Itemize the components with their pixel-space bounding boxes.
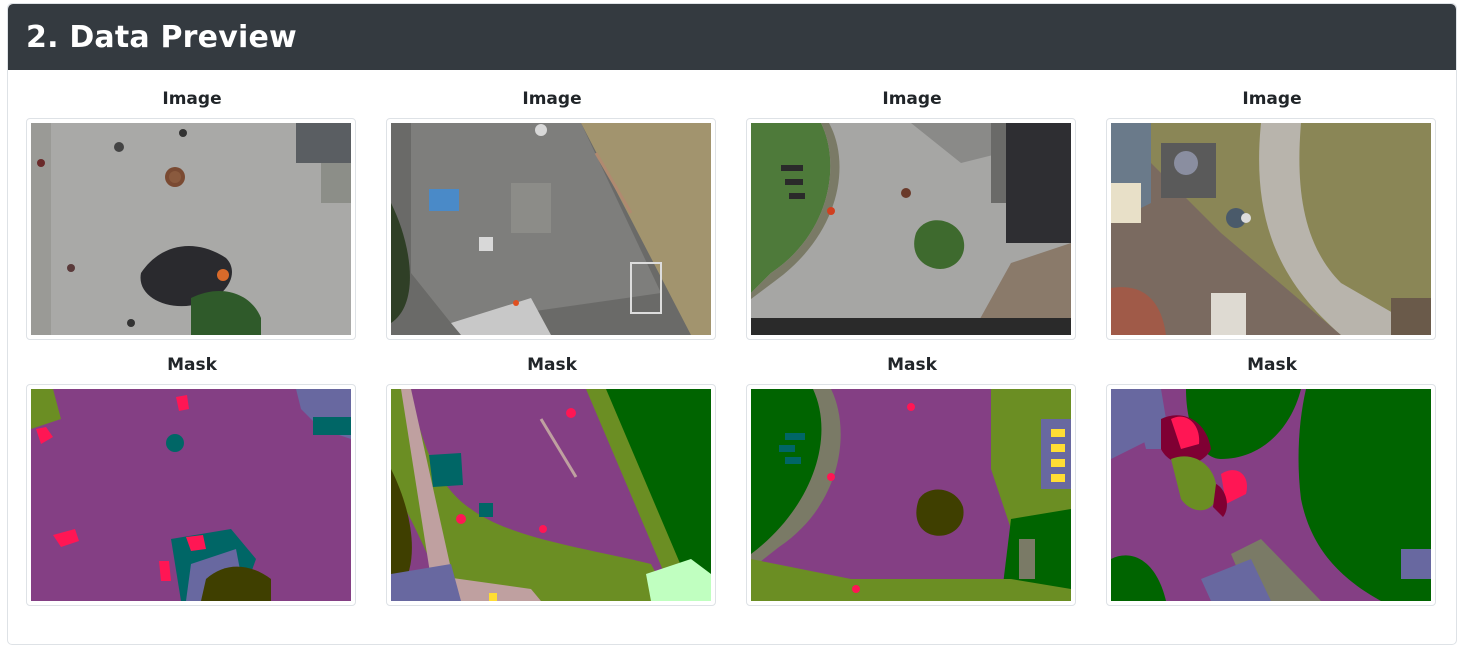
card-header: 2. Data Preview bbox=[8, 4, 1456, 70]
image-cell-1: Image bbox=[26, 88, 358, 340]
image-cell-3: Image bbox=[746, 88, 1078, 340]
image-caption: Image bbox=[162, 89, 222, 109]
image-caption: Image bbox=[522, 89, 582, 109]
segmentation-mask-2 bbox=[391, 389, 711, 601]
image-thumbnail-4[interactable] bbox=[1106, 118, 1436, 340]
mask-cell-1: Mask bbox=[26, 354, 358, 606]
image-thumbnail-1[interactable] bbox=[26, 118, 356, 340]
image-thumbnail-3[interactable] bbox=[746, 118, 1076, 340]
mask-cell-2: Mask bbox=[386, 354, 718, 606]
aerial-photo-3 bbox=[751, 123, 1071, 335]
aerial-photo-4 bbox=[1111, 123, 1431, 335]
image-caption: Image bbox=[882, 89, 942, 109]
image-cell-2: Image bbox=[386, 88, 718, 340]
aerial-photo-2 bbox=[391, 123, 711, 335]
mask-caption: Mask bbox=[527, 355, 577, 375]
mask-cell-4: Mask bbox=[1106, 354, 1438, 606]
mask-caption: Mask bbox=[887, 355, 937, 375]
mask-thumbnail-2[interactable] bbox=[386, 384, 716, 606]
mask-thumbnail-1[interactable] bbox=[26, 384, 356, 606]
aerial-photo-1 bbox=[31, 123, 351, 335]
mask-thumbnail-3[interactable] bbox=[746, 384, 1076, 606]
section-title: 2. Data Preview bbox=[26, 19, 297, 55]
image-thumbnail-2[interactable] bbox=[386, 118, 716, 340]
image-caption: Image bbox=[1242, 89, 1302, 109]
segmentation-mask-1 bbox=[31, 389, 351, 601]
segmentation-mask-4 bbox=[1111, 389, 1431, 601]
mask-cell-3: Mask bbox=[746, 354, 1078, 606]
mask-caption: Mask bbox=[167, 355, 217, 375]
mask-thumbnail-4[interactable] bbox=[1106, 384, 1436, 606]
image-cell-4: Image bbox=[1106, 88, 1438, 340]
mask-caption: Mask bbox=[1247, 355, 1297, 375]
data-preview-card: 2. Data Preview Image Image Image Image … bbox=[7, 3, 1457, 645]
segmentation-mask-3 bbox=[751, 389, 1071, 601]
